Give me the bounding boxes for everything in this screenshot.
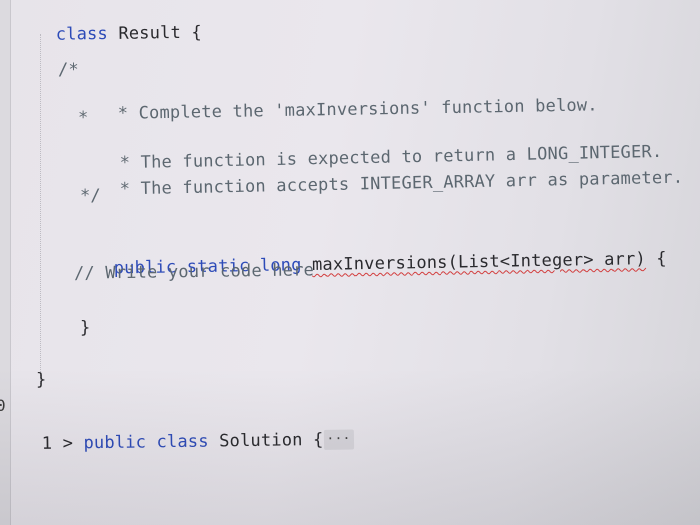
class-result-line[interactable]: class Result { xyxy=(14,3,203,66)
class-name: Result xyxy=(107,22,192,44)
method-open-brace: { xyxy=(645,248,667,270)
comment-text-1: Complete the 'maxInversions' function be… xyxy=(128,95,598,124)
code-editor-screen: class Result { /* * Complete the 'maxInv… xyxy=(0,0,700,525)
solution-modifiers: public class xyxy=(83,431,220,454)
method-close-brace: } xyxy=(80,318,91,338)
comment-star: * xyxy=(117,103,129,124)
class-open-brace: { xyxy=(191,22,202,43)
comment-text-4: The function accepts INTEGER_ARRAY arr a… xyxy=(130,167,684,200)
indent-guide xyxy=(40,34,41,384)
comment-line-2: * xyxy=(78,108,89,128)
solution-open-brace: { xyxy=(312,429,324,451)
comment-close: */ xyxy=(80,186,101,206)
solution-class-name: Solution xyxy=(219,430,314,452)
method-name-with-error[interactable]: maxInversions(List<Integer> arr) xyxy=(312,249,646,275)
class-keyword: class xyxy=(55,24,109,45)
gutter-line-marker: 0 xyxy=(0,396,6,415)
body-comment-line[interactable]: // Write your code here xyxy=(74,260,314,283)
comment-star: * xyxy=(119,179,131,200)
comment-open: /* xyxy=(58,60,79,80)
solution-class-line[interactable]: 1 > public class Solution {··· xyxy=(0,410,354,475)
folded-ellipsis-icon[interactable]: ··· xyxy=(323,429,354,450)
fold-arrow-icon[interactable]: > xyxy=(62,433,73,453)
line-number: 1 xyxy=(41,433,53,454)
class-close-brace: } xyxy=(36,370,47,390)
comment-line-4[interactable]: * The function accepts INTEGER_ARRAY arr… xyxy=(77,148,684,221)
